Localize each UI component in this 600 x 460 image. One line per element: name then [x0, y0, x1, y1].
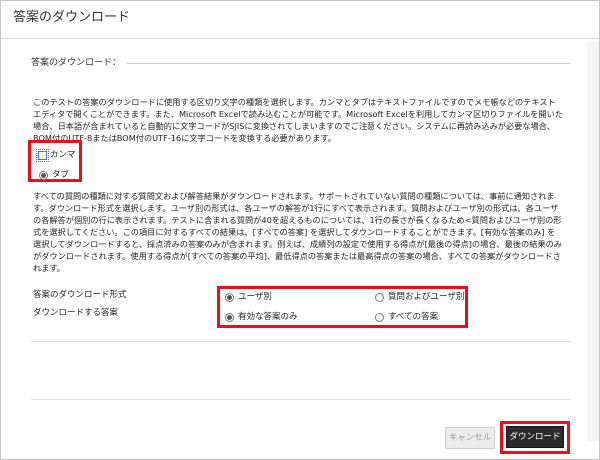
delimiter-option-tab[interactable]: タブ	[39, 169, 69, 181]
format-option-by-user[interactable]: ユーザ別	[225, 291, 272, 303]
valid-attempts-label: 有効な答案のみ	[238, 312, 298, 322]
comma-checkbox[interactable]	[36, 148, 49, 162]
all-attempts-radio[interactable]	[375, 312, 384, 322]
section-divider	[127, 62, 571, 64]
by-question-user-radio[interactable]	[375, 292, 384, 302]
footer-divider	[31, 399, 571, 400]
delimiter-description: このテストの答案のダウンロードに使用する区切り文字の種類を選択します。カンマとタ…	[33, 97, 564, 143]
attempt-option-valid[interactable]: 有効な答案のみ	[225, 311, 298, 323]
tab-label: タブ	[52, 170, 70, 180]
form-divider	[31, 341, 571, 342]
comma-label: カンマ	[50, 150, 76, 160]
format-label: 答案のダウンロード形式	[33, 290, 127, 300]
by-question-user-label: 質問およびユーザ別	[388, 292, 465, 302]
by-user-label: ユーザ別	[238, 292, 272, 302]
all-attempts-label: すべての答案	[388, 312, 439, 322]
section-title: 答案のダウンロード：	[31, 57, 122, 68]
cancel-button[interactable]: キャンセル	[445, 427, 495, 449]
window-title: 答案のダウンロード	[1, 1, 599, 39]
attempts-label: ダウンロードする答案	[33, 308, 119, 318]
delimiter-option-comma[interactable]: カンマ	[36, 148, 76, 162]
vertical-scrollbar[interactable]	[587, 41, 599, 441]
by-user-radio[interactable]	[225, 292, 234, 302]
valid-attempts-radio[interactable]	[225, 312, 234, 322]
attempt-option-all[interactable]: すべての答案	[375, 311, 438, 323]
download-button[interactable]: ダウンロード	[506, 426, 564, 448]
tab-radio[interactable]	[39, 170, 48, 180]
format-description: すべての質問の種類に対する質問文および解答結果がダウンロードされます。サポートさ…	[33, 191, 562, 273]
section-header: 答案のダウンロード：	[31, 56, 571, 70]
format-option-by-question-user[interactable]: 質問およびユーザ別	[375, 291, 464, 303]
download-attempts-window: 答案のダウンロード 答案のダウンロード： このテストの答案のダウンロードに使用す…	[0, 0, 600, 460]
